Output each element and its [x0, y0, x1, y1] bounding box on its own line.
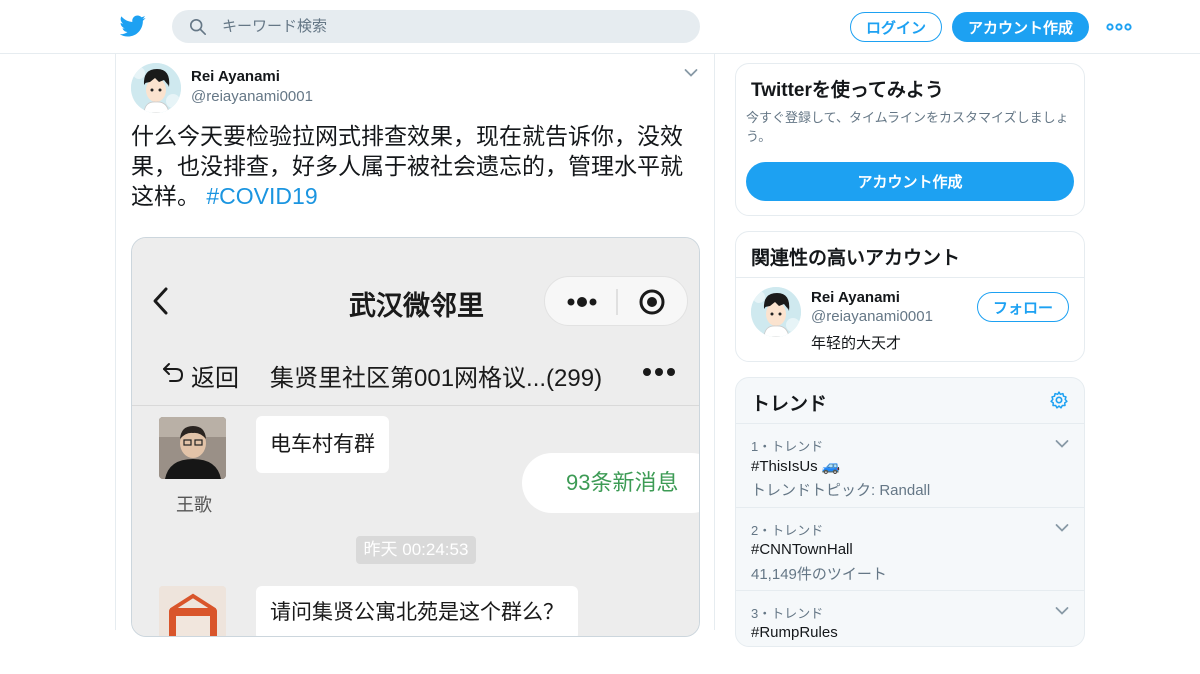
top-navigation-bar: ログイン アカウント作成 — [0, 0, 1200, 54]
anime-avatar-icon — [751, 287, 801, 337]
wechat-subheader: 返回 集贤里社区第001网格议...(299) — [132, 336, 699, 406]
chevron-down-icon[interactable] — [684, 68, 698, 78]
search-box[interactable] — [172, 10, 700, 43]
return-icon — [163, 363, 184, 382]
login-button[interactable]: ログイン — [850, 12, 942, 42]
follow-button[interactable]: フォロー — [977, 292, 1069, 322]
chat-area: 电车村有群 王歌 93条新消息 昨天 00:24:53 请问集贤公寓北苑是这个群… — [132, 407, 699, 636]
group-name: 集贤里社区第001网格议...(299) — [270, 365, 603, 392]
author-name[interactable]: Rei Ayanami — [191, 68, 280, 85]
ellipsis-icon — [643, 368, 675, 376]
related-account-avatar[interactable] — [751, 287, 801, 337]
wechat-header: 武汉微邻里 — [132, 238, 699, 326]
logo-avatar-icon — [159, 586, 226, 636]
wechat-menu-icon — [567, 289, 665, 315]
trend-subtitle: トレンドトピック: Randall — [751, 482, 931, 499]
tweet-text: 什么今天要检验拉网式排查效果，现在就告诉你，没效果，也没排查，好多人属于被社会遗… — [131, 121, 701, 211]
twitter-bird-icon[interactable] — [120, 13, 146, 39]
author-handle[interactable]: @reiayanami0001 — [191, 88, 313, 105]
trends-title: トレンド — [751, 394, 828, 415]
related-account-handle[interactable]: @reiayanami0001 — [811, 308, 933, 325]
return-label: 返回 — [191, 365, 239, 392]
hashtag-link[interactable]: #COVID19 — [206, 183, 317, 209]
chat-bubble: 电车村有群 — [256, 416, 389, 473]
trends-card: トレンド 1・トレンド #ThisIsUs 🚙 トレンドトピック: Randal… — [735, 377, 1085, 647]
chat-timestamp: 昨天 00:24:53 — [356, 536, 476, 564]
trend-meta: 3・トレンド — [751, 606, 824, 621]
trend-meta: 1・トレンド — [751, 439, 824, 454]
search-icon — [189, 18, 207, 36]
more-options-icon[interactable] — [1106, 18, 1132, 36]
signup-button[interactable]: アカウント作成 — [952, 12, 1089, 42]
person-photo-icon — [159, 417, 226, 479]
wechat-capsule — [544, 276, 688, 326]
chevron-down-icon[interactable] — [1055, 606, 1069, 616]
trend-name[interactable]: #ThisIsUs 🚙 — [751, 457, 841, 475]
sender-avatar — [159, 586, 226, 636]
create-account-button[interactable]: アカウント作成 — [746, 162, 1074, 201]
divider — [736, 277, 1084, 278]
tweet-column: Rei Ayanami @reiayanami0001 什么今天要检验拉网式排查… — [115, 54, 715, 637]
card-title: 関連性の高いアカウント — [751, 248, 961, 269]
author-avatar[interactable] — [131, 63, 181, 113]
chevron-down-icon[interactable] — [1055, 523, 1069, 533]
trend-name[interactable]: #CNNTownHall — [751, 541, 853, 558]
card-description: 今すぐ登録して、タイムラインをカスタマイズしましょう。 — [746, 110, 1069, 144]
trend-subtitle: 41,149件のツイート — [751, 566, 887, 583]
anime-avatar-icon — [131, 63, 181, 113]
chat-bubble: 请问集贤公寓北苑是这个群么？ — [256, 586, 578, 636]
trend-meta: 2・トレンド — [751, 523, 824, 538]
trend-item[interactable]: 1・トレンド #ThisIsUs 🚙 トレンドトピック: Randall — [736, 423, 1084, 507]
related-accounts-card: 関連性の高いアカウント Rei Ayanami @reiayanami0001 … — [735, 231, 1085, 362]
tweet-media-image[interactable]: 武汉微邻里 返回 集贤里社区第001网格议...(299) 电车村有群 王歌 9… — [131, 237, 700, 637]
search-input[interactable] — [222, 10, 682, 43]
related-account-bio: 年轻的大天才 — [811, 335, 902, 352]
chevron-down-icon[interactable] — [1055, 439, 1069, 449]
new-messages-badge: 93条新消息 — [522, 453, 699, 513]
gear-icon[interactable] — [1049, 390, 1069, 410]
trend-item[interactable]: 2・トレンド #CNNTownHall 41,149件のツイート — [736, 507, 1084, 591]
signup-prompt-card: Twitterを使ってみよう 今すぐ登録して、タイムラインをカスタマイズしましょ… — [735, 63, 1085, 216]
trend-name[interactable]: #RumpRules — [751, 624, 838, 641]
related-account-name[interactable]: Rei Ayanami — [811, 289, 900, 306]
card-title: Twitterを使ってみよう — [751, 80, 944, 101]
sender-avatar — [159, 417, 226, 479]
trend-item[interactable]: 3・トレンド #RumpRules — [736, 590, 1084, 674]
sender-name: 王歌 — [176, 495, 212, 515]
